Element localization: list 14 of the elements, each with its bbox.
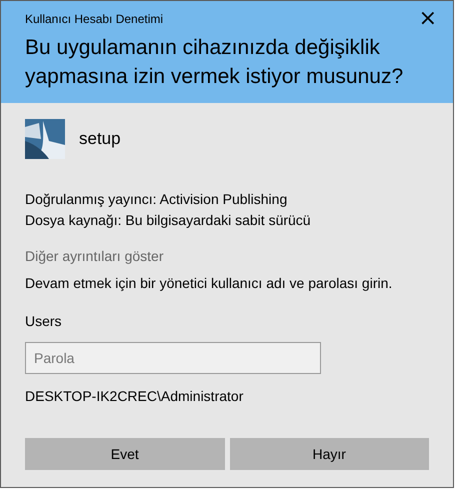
yes-button[interactable]: Evet — [25, 438, 224, 470]
account-name: DESKTOP-IK2CREC\Administrator — [25, 388, 244, 404]
user-name: Users — [25, 313, 63, 329]
close-button[interactable]: × — [414, 10, 441, 28]
detail-text: Dosya kaynağı: Bu bilgisayardaki sabit sürücü — [25, 211, 312, 230]
prompt-text: Devam etmek için bir yönetici kullanıcı adı ve parolası girin. — [25, 275, 394, 291]
no-button[interactable]: Hayır — [230, 438, 429, 470]
app-name: setup — [79, 129, 121, 149]
detail-text: Doğrulanmış yayıncı: Activision Publishing — [25, 190, 288, 209]
window-title: Kullanıcı Hesabı Denetimi — [25, 12, 164, 26]
details-link[interactable]: Diğer ayrıntıları göster — [25, 248, 164, 264]
password-field[interactable]: Parola — [25, 342, 321, 374]
app-icon — [25, 119, 65, 159]
dialog-heading: Bu uygulamanın cihazınızda değişiklik yapmasına izin vermek istiyor musunuz? — [25, 35, 404, 90]
